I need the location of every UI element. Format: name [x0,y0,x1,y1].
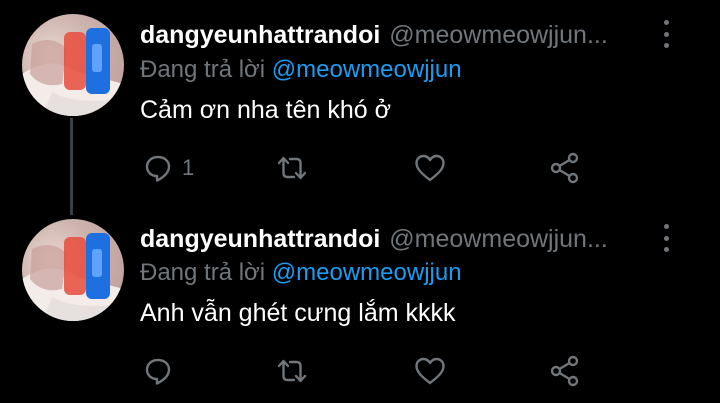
share-button[interactable] [548,146,582,190]
mention-link[interactable]: @meowmeowjjun [272,259,462,286]
display-name[interactable]: dangyeunhattrandoi [140,225,380,254]
replying-to: Đang trả lời @meowmeowjjun [140,259,462,287]
tweet-actions [138,349,598,393]
avatar-image [22,28,124,116]
user-handle[interactable]: @meowmeowjjun... [389,21,608,50]
tweet-text: Anh vẫn ghét cưng lắm kkkk [140,299,456,327]
replying-prefix: Đang trả lời [140,56,266,83]
reply-button[interactable]: 1 [142,146,194,190]
tweet[interactable]: dangyeunhattrandoi @meowmeowjjun... Đang… [0,0,720,215]
replying-to: Đang trả lời @meowmeowjjun [140,56,462,84]
retweet-icon [277,156,307,180]
retweet-button[interactable] [274,146,310,190]
more-icon[interactable] [656,224,676,252]
tweet[interactable]: dangyeunhattrandoi @meowmeowjjun... Đang… [0,203,720,403]
share-icon [550,152,579,184]
mention-link[interactable]: @meowmeowjjun [272,56,462,83]
avatar-image [22,233,124,321]
tweet-header: dangyeunhattrandoi @meowmeowjjun... [140,18,700,52]
share-button[interactable] [548,349,582,393]
tweet-text: Cảm ơn nha tên khó ở [140,96,391,124]
reply-icon [145,358,171,385]
tweet-actions: 1 [138,146,598,190]
heart-icon [415,154,445,182]
avatar[interactable] [22,219,124,321]
user-handle[interactable]: @meowmeowjjun... [389,225,608,254]
tweet-header: dangyeunhattrandoi @meowmeowjjun... [140,222,700,256]
reply-count: 1 [182,155,195,180]
retweet-icon [277,359,307,383]
replying-prefix: Đang trả lời [140,259,266,286]
like-button[interactable] [413,146,447,190]
heart-icon [415,357,445,385]
reply-button[interactable] [142,349,182,393]
retweet-button[interactable] [274,349,310,393]
avatar[interactable] [22,14,124,116]
more-icon[interactable] [656,20,676,48]
reply-icon [145,155,171,182]
display-name[interactable]: dangyeunhattrandoi [140,21,380,50]
thread-line [70,118,73,215]
share-icon [550,355,579,387]
like-button[interactable] [413,349,447,393]
